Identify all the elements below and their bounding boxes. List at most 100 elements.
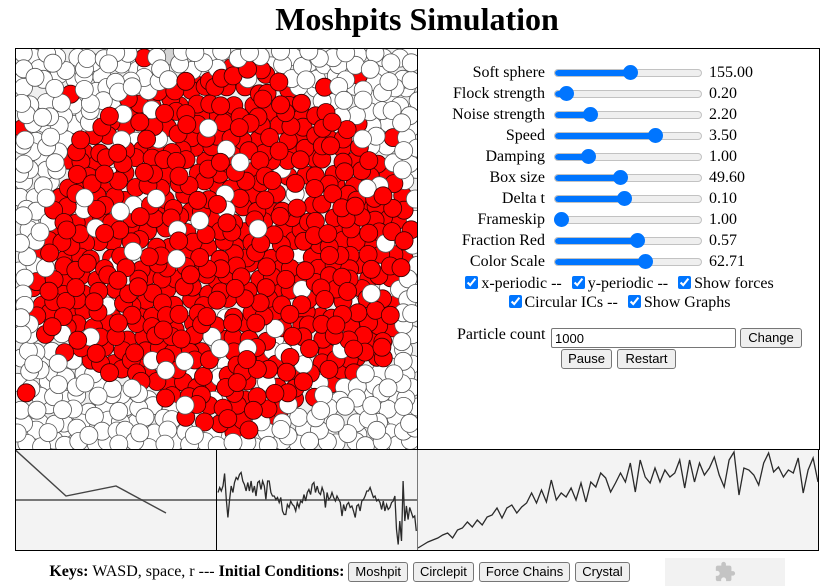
slider-thumb[interactable] [648,128,664,143]
particle-white [361,284,381,304]
particle-white [53,400,72,420]
slider-thumb[interactable] [583,107,599,122]
particle-red [169,166,189,186]
slider-thumb[interactable] [629,233,645,248]
particle-count-input[interactable] [551,328,736,348]
particle-red [66,278,86,298]
slider-track [554,111,702,119]
particle-white [353,129,372,149]
slider-thumb[interactable] [559,86,575,101]
particle-red [57,220,77,240]
change-button[interactable]: Change [740,328,802,348]
slider-thumb[interactable] [612,170,628,185]
particle-white [362,396,382,415]
particle-white [167,249,187,269]
particle-red [169,231,189,251]
particle-white [24,354,44,374]
particle-white [16,130,35,150]
particle-red [194,366,213,386]
simulation-panel [15,48,418,450]
particle-red [207,290,227,310]
particle-white [109,401,129,421]
particle-white [79,425,99,445]
particle-white [394,396,414,416]
slider-label: Delta t [501,190,545,207]
damping-slider[interactable] [554,149,702,164]
slider-row-flock-strength: Flock strength 0.20 [418,83,819,104]
restart-button[interactable]: Restart [617,349,676,369]
slider-thumb[interactable] [623,65,639,80]
particle-red [300,339,319,359]
slider-label: Box size [489,169,545,186]
slider-fill [555,175,622,181]
slider-thumb[interactable] [580,149,596,164]
slider-value: 2.20 [709,106,737,123]
particle-white [401,53,417,73]
slider-thumb[interactable] [637,254,653,269]
fraction-red-slider[interactable] [554,233,702,248]
particle-red [394,231,414,251]
particle-white [49,375,68,395]
frameskip-slider[interactable] [554,212,702,227]
flock-strength-slider[interactable] [554,86,702,101]
particle-white [223,433,243,449]
particle-red [237,350,257,369]
particle-white [156,360,176,380]
particle-red [84,292,104,312]
page-title: Moshpits Simulation [275,1,559,37]
noise-strength-slider[interactable] [554,107,702,122]
particle-white [175,395,195,415]
particle-white [45,153,65,173]
slider-value: 1.00 [709,148,737,165]
x-periodic-checkbox[interactable] [465,276,479,289]
particle-red [380,305,400,325]
particle-red [39,281,59,301]
slider-value: 1.00 [709,211,737,228]
particle-white [379,72,399,91]
slider-thumb[interactable] [554,212,569,227]
show-graphs-checkbox[interactable] [627,295,641,308]
particle-white [190,211,210,231]
plugin-placeholder[interactable] [664,558,785,586]
y-periodic-checkbox[interactable] [571,276,585,289]
show-forces-checkbox[interactable] [678,276,692,289]
particle-red [77,253,97,273]
slider-value: 0.10 [709,190,737,207]
circular-ics-checkbox[interactable] [508,295,522,308]
keys-label: Keys: [49,563,89,580]
puzzle-icon [715,561,735,582]
moshpit-button[interactable]: Moshpit [348,562,408,582]
particle-red [108,143,128,163]
particle-red [344,339,364,359]
particle-white [155,434,175,449]
pause-button[interactable]: Pause [561,349,612,369]
slider-label: Speed [505,127,545,144]
particle-red [227,373,247,393]
particle-red [290,150,310,170]
color-scale-slider[interactable] [554,254,702,269]
particle-red [243,400,263,420]
particle-white [33,107,52,127]
particle-white [99,54,118,74]
show-graphs-label: Show Graphs [643,294,731,311]
circlepit-button[interactable]: Circlepit [412,562,474,582]
particle-white [394,141,414,160]
soft-sphere-slider[interactable] [554,65,702,80]
crystal-button[interactable]: Crystal [575,562,630,582]
particle-white [27,400,47,420]
particle-red [16,383,36,403]
particle-red [373,186,393,206]
slider-label: Damping [485,148,545,165]
delta-t-slider[interactable] [554,191,702,206]
particle-red [335,162,355,182]
simulation-canvas[interactable] [16,49,417,449]
force-chains-button[interactable]: Force Chains [478,562,571,582]
particle-red [156,388,175,408]
particle-red [280,304,300,324]
particle-red [130,207,150,227]
particle-white [48,353,68,373]
speed-slider[interactable] [554,128,702,143]
box-size-slider[interactable] [554,170,702,185]
particle-red [257,257,277,277]
slider-thumb[interactable] [616,191,632,206]
